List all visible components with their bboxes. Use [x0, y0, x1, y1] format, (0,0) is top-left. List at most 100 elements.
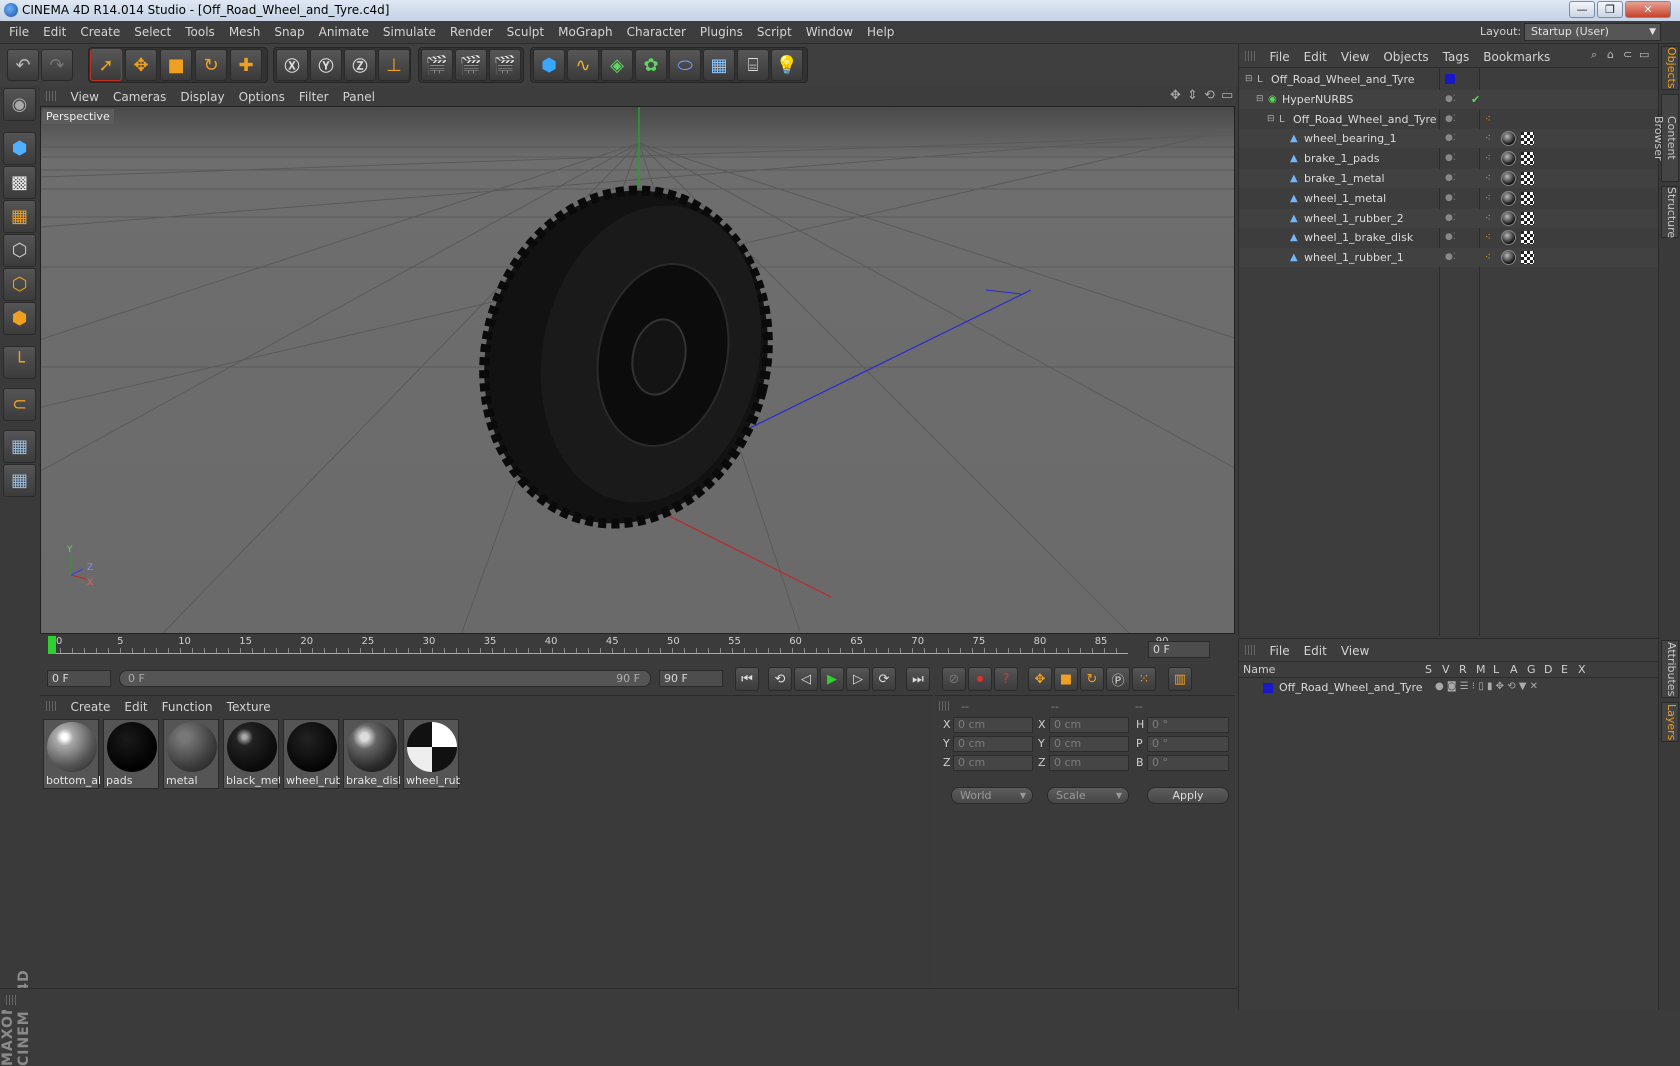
uvw-tag-icon[interactable] — [1521, 231, 1534, 245]
rotate-tool-button[interactable]: ↻ — [195, 49, 227, 81]
expand-toggle-icon[interactable]: ⊟ — [1245, 70, 1253, 89]
material-swatch[interactable]: black_metal — [223, 719, 280, 789]
menu-script[interactable]: Script — [750, 21, 799, 44]
material-swatch[interactable]: wheel_rubber — [283, 719, 340, 789]
viewport-menu-cameras[interactable]: Cameras — [106, 87, 173, 107]
visibility-dots-icon[interactable]: ●⁚ — [1445, 189, 1456, 208]
array-button[interactable]: ✿ — [635, 49, 667, 81]
phong-tag-icon[interactable]: ⁖ — [1485, 248, 1491, 267]
timeline-ruler[interactable]: 051015202530354045505560657075808590 0 F — [40, 634, 1235, 665]
new-window-icon[interactable]: ▭ — [1639, 48, 1649, 61]
objects-menu-tags[interactable]: Tags — [1436, 45, 1477, 69]
layers-menu-file[interactable]: File — [1263, 639, 1297, 663]
coordinate-system-button[interactable]: ⊥ — [378, 49, 410, 81]
phong-tag-icon[interactable]: ⁖ — [1485, 209, 1491, 228]
layer-column-a[interactable]: A — [1510, 663, 1518, 676]
expand-toggle-icon[interactable]: ⊟ — [1256, 90, 1264, 109]
close-button[interactable]: ✕ — [1625, 1, 1671, 18]
material-tag-icon[interactable] — [1501, 230, 1516, 246]
phong-tag-icon[interactable]: ⁖ — [1485, 149, 1491, 168]
workplane-lock-button[interactable]: ▦ — [3, 430, 36, 463]
key-scale-button[interactable]: ■ — [1054, 667, 1078, 691]
points-mode-button[interactable]: ⬡ — [3, 234, 36, 267]
uvw-tag-icon[interactable] — [1521, 152, 1534, 166]
viewport-menu-display[interactable]: Display — [173, 87, 231, 107]
uvw-tag-icon[interactable] — [1521, 251, 1534, 265]
viewport-zoom-icon[interactable]: ⇕ — [1187, 88, 1198, 103]
layer-color-swatch[interactable] — [1263, 683, 1273, 693]
previous-frame-button[interactable]: ◁ — [794, 667, 818, 691]
layer-column-v[interactable]: V — [1442, 663, 1450, 676]
spline-button[interactable]: ∿ — [567, 49, 599, 81]
record-keys-button[interactable]: ⊘ — [942, 667, 966, 691]
layer-column-s[interactable]: S — [1425, 663, 1432, 676]
uvw-tag-icon[interactable] — [1521, 191, 1534, 205]
undo-button[interactable]: ↶ — [7, 49, 39, 81]
perspective-viewport[interactable]: Y Z X Perspective — [40, 106, 1235, 634]
phong-tag-icon[interactable]: ⁖ — [1485, 228, 1491, 247]
layers-menu-edit[interactable]: Edit — [1297, 639, 1334, 663]
panel-grip-icon[interactable] — [1245, 645, 1255, 655]
panel-grip-icon[interactable] — [46, 91, 56, 101]
menu-snap[interactable]: Snap — [267, 21, 311, 44]
expand-toggle-icon[interactable]: ⊟ — [1267, 110, 1275, 129]
panel-grip-icon[interactable] — [939, 701, 949, 711]
y-axis-lock-button[interactable]: Ⓨ — [310, 49, 342, 81]
uvw-tag-icon[interactable] — [1521, 211, 1534, 225]
visibility-dots-icon[interactable]: ●⁚ — [1445, 129, 1456, 148]
menu-edit[interactable]: Edit — [36, 21, 73, 44]
live-selection-button[interactable]: ➚ — [90, 49, 122, 81]
object-row[interactable]: ▲ wheel_1_rubber_1 ●⁚ ⁖ — [1239, 248, 1659, 268]
nurbs-button[interactable]: ◈ — [601, 49, 633, 81]
grid-rotate-button[interactable]: ▦ — [3, 464, 36, 497]
render-picture-viewer-button[interactable]: 🎬 — [455, 49, 487, 81]
material-tag-icon[interactable] — [1501, 250, 1516, 266]
object-row[interactable]: ▲ wheel_1_brake_disk ●⁚ ⁖ — [1239, 228, 1659, 247]
viewport-maximize-icon[interactable]: ▭ — [1221, 88, 1233, 103]
layer-toggle-icons[interactable]: ● ◙ ☰ ⁝ ▯ ▮ ✥ ⟲ ▼ ✕ — [1435, 681, 1538, 692]
material-menu-edit[interactable]: Edit — [117, 697, 154, 717]
camera-button[interactable]: ⌸ — [737, 49, 769, 81]
menu-select[interactable]: Select — [127, 21, 178, 44]
polygons-mode-button[interactable]: ⬢ — [3, 302, 36, 335]
material-swatch[interactable]: brake_disk — [343, 719, 400, 789]
autokey-button[interactable]: ⏺ — [968, 667, 992, 691]
coord-rotation-field[interactable]: 0 ° — [1147, 717, 1229, 733]
minimize-button[interactable]: — — [1569, 1, 1595, 18]
key-parameter-button[interactable]: Ⓟ — [1106, 667, 1130, 691]
tab-layers[interactable]: Layers — [1661, 702, 1679, 742]
viewport-menu-filter[interactable]: Filter — [292, 87, 336, 107]
layer-row[interactable]: Off_Road_Wheel_and_Tyre ● ◙ ☰ ⁝ ▯ ▮ ✥ ⟲ … — [1239, 679, 1659, 697]
home-icon[interactable]: ⌂ — [1607, 48, 1614, 61]
coord-position-field[interactable]: 0 cm — [953, 755, 1033, 771]
visibility-dots-icon[interactable]: ●⁚ — [1445, 149, 1456, 168]
object-row[interactable]: ⊟ⅬOff_Road_Wheel_and_Tyre●⁚ — [1239, 70, 1659, 89]
layout-dropdown[interactable]: Startup (User) ▼ — [1524, 23, 1661, 41]
phong-tag-icon[interactable]: ⁖ — [1485, 110, 1491, 129]
viewport-rotate-icon[interactable]: ⟲ — [1204, 88, 1215, 103]
material-swatch[interactable]: metal — [163, 719, 219, 789]
key-position-button[interactable]: ✥ — [1028, 667, 1052, 691]
apply-button[interactable]: Apply — [1147, 787, 1229, 804]
visibility-dots-icon[interactable]: ●⁚ — [1445, 228, 1456, 247]
material-tag-icon[interactable] — [1501, 190, 1516, 206]
visibility-dots-icon[interactable]: ●⁚ — [1445, 90, 1456, 109]
object-row[interactable]: ▲ brake_1_pads ●⁚ ⁖ — [1239, 149, 1659, 168]
layer-column-g[interactable]: G — [1527, 663, 1536, 676]
object-row[interactable]: ▲ wheel_1_rubber_2 ●⁚ ⁖ — [1239, 208, 1659, 228]
menu-file[interactable]: File — [2, 21, 36, 44]
material-tag-icon[interactable] — [1501, 151, 1516, 167]
play-button[interactable]: ▶ — [820, 667, 844, 691]
menu-mesh[interactable]: Mesh — [222, 21, 268, 44]
object-row[interactable]: ⊟ ◉ HyperNURBS ●⁚ ✔ — [1239, 89, 1659, 109]
layer-column-l[interactable]: L — [1493, 663, 1499, 676]
menu-plugins[interactable]: Plugins — [693, 21, 750, 44]
previous-key-button[interactable]: ⟲ — [768, 667, 792, 691]
menu-mograph[interactable]: MoGraph — [551, 21, 620, 44]
link-icon[interactable]: ⊂ — [1623, 48, 1632, 61]
floor-button[interactable]: ▦ — [703, 49, 735, 81]
light-button[interactable]: 💡 — [771, 49, 803, 81]
object-row[interactable]: ▲ wheel_1_metal ●⁚ ⁖ — [1239, 189, 1659, 208]
next-key-button[interactable]: ⟳ — [872, 667, 896, 691]
visibility-dots-icon[interactable]: ●⁚ — [1445, 169, 1456, 188]
